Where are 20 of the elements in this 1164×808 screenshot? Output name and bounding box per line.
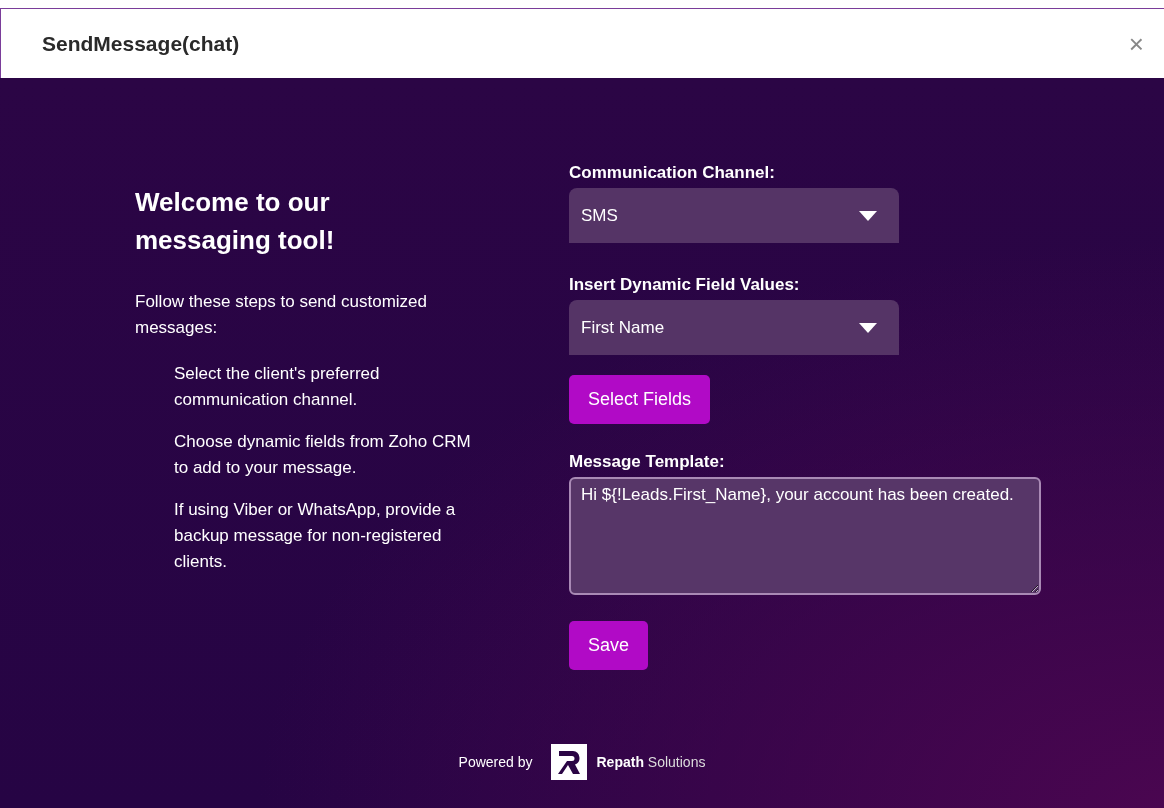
powered-by-text: Powered by bbox=[458, 754, 533, 770]
dropdown-field[interactable]: First Name bbox=[569, 300, 899, 355]
dropdown-field[interactable]: SMS bbox=[569, 188, 899, 243]
window-title: SendMessage(chat) bbox=[42, 31, 240, 56]
instructions-text: Follow these steps to send customized messages: bbox=[135, 291, 428, 339]
caret-icon bbox=[859, 322, 877, 333]
step-text: Select the client's preferred communication channel. bbox=[174, 363, 381, 411]
brand-name: Repath Solutions bbox=[596, 754, 706, 770]
logo-icon bbox=[550, 744, 587, 780]
save-button[interactable]: Save bbox=[569, 621, 649, 670]
select-fields-button[interactable]: Select Fields bbox=[569, 375, 711, 424]
message-template-field[interactable]: Hi ${!Leads.First_Name}, your account has been created. bbox=[569, 477, 1041, 595]
step-text: If using Viber or WhatsApp, provide a backup message for non-registered clients. bbox=[174, 499, 457, 573]
field-label: Message Template: bbox=[569, 452, 726, 472]
field-label: Insert Dynamic Field Values: bbox=[569, 275, 801, 295]
caret-icon bbox=[859, 210, 877, 221]
step-text: Choose dynamic fields from Zoho CRM to add to your message. bbox=[174, 431, 472, 479]
close-button[interactable]: × bbox=[1128, 30, 1144, 57]
field-label: Communication Channel: bbox=[569, 163, 776, 183]
welcome-heading: Welcome to our messaging tool! bbox=[135, 186, 336, 257]
